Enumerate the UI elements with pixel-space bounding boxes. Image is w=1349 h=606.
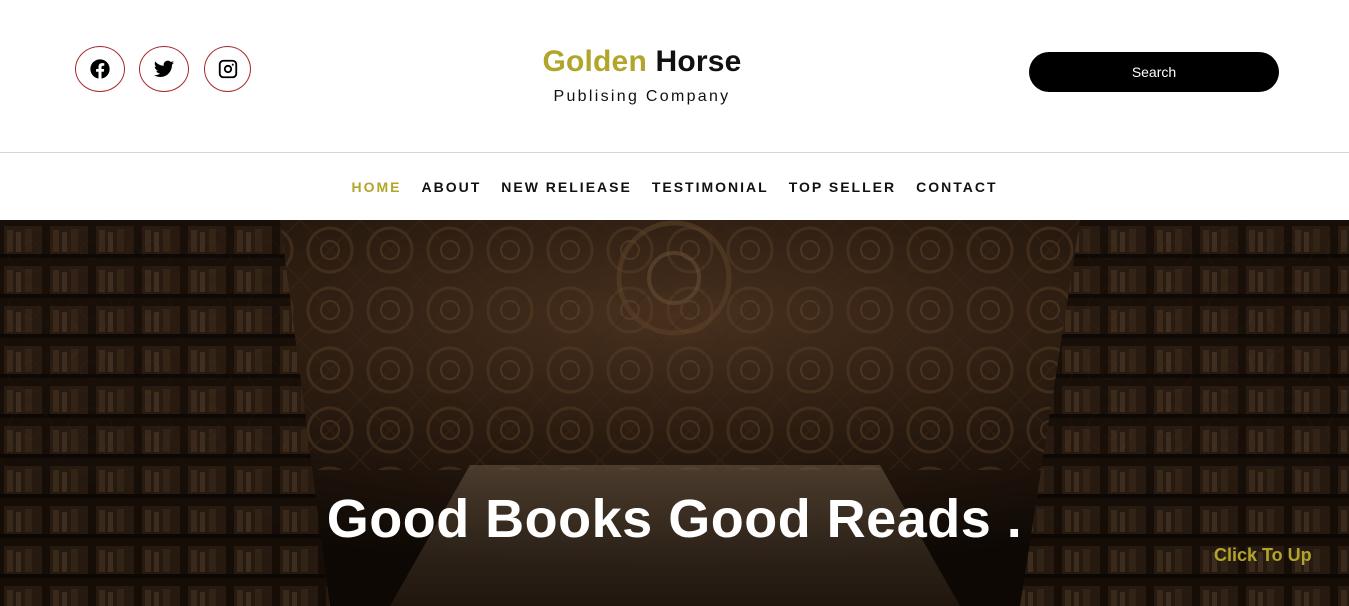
twitter-button[interactable] <box>139 46 189 92</box>
nav-item-contact[interactable]: CONTACT <box>916 179 997 195</box>
brand-subtitle: Publising Company <box>553 88 731 105</box>
brand-logo[interactable]: Golden Horse Publising Company <box>474 44 810 106</box>
instagram-button[interactable] <box>204 46 251 92</box>
facebook-icon <box>90 59 110 79</box>
brand-title-second: Horse <box>655 45 742 78</box>
search-button[interactable]: Search <box>1029 52 1279 92</box>
nav-item-home[interactable]: HOME <box>351 179 401 195</box>
facebook-button[interactable] <box>75 46 125 92</box>
twitter-icon <box>153 60 175 77</box>
instagram-icon <box>218 59 237 79</box>
nav-item-about[interactable]: ABOUT <box>421 179 481 195</box>
site-header: Golden Horse Publising Company Search <box>0 0 1349 152</box>
hero-title: Good Books Good Reads . <box>326 489 1023 549</box>
nav-item-testimonial[interactable]: TESTIMONIAL <box>652 179 769 195</box>
nav-item-new-release[interactable]: NEW RELIEASE <box>501 179 632 195</box>
nav-item-top-seller[interactable]: TOP SELLER <box>789 179 896 195</box>
brand-title: Golden Horse <box>474 44 810 80</box>
main-nav: HOME ABOUT NEW RELIEASE TESTIMONIAL TOP … <box>0 153 1349 220</box>
brand-title-first: Golden <box>542 45 647 78</box>
scroll-to-top-link[interactable]: Click To Up <box>1214 545 1312 566</box>
